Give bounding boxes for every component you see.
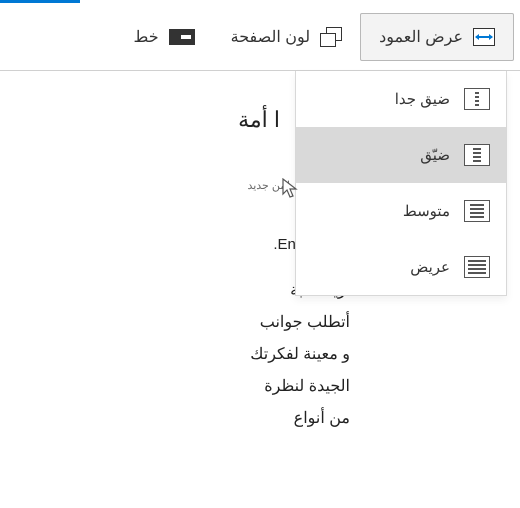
width-option-very-narrow[interactable]: ضيق جدا xyxy=(296,71,506,127)
body-line: من أنواع xyxy=(230,403,350,435)
body-line: الجيدة لنظرة xyxy=(230,371,350,403)
author-name: .Enrico xyxy=(0,236,320,253)
option-label: متوسط xyxy=(403,202,450,220)
medium-icon xyxy=(464,200,490,222)
page-color-icon xyxy=(320,27,342,47)
body-line: و معينة لفكرتك xyxy=(230,339,350,371)
very-narrow-icon xyxy=(464,88,490,110)
font-button[interactable]: خط xyxy=(116,13,213,61)
font-label: خط xyxy=(134,27,159,47)
page-color-button[interactable]: لون الصفحة xyxy=(213,13,361,61)
column-width-icon xyxy=(473,28,495,46)
narrow-icon xyxy=(464,144,490,166)
width-option-medium[interactable]: متوسط xyxy=(296,183,506,239)
subnote: لمن جديد xyxy=(0,179,290,192)
page-color-label: لون الصفحة xyxy=(231,27,311,47)
font-icon xyxy=(169,29,195,45)
width-option-narrow[interactable]: ضيّق xyxy=(296,127,506,183)
option-label: ضيّق xyxy=(420,146,450,164)
reader-toolbar: عرض العمود لون الصفحة خط xyxy=(0,3,520,71)
column-width-dropdown: ضيق جدا ضيّق متوسط عريض xyxy=(295,71,507,296)
width-option-wide[interactable]: عريض xyxy=(296,239,506,295)
body-line: أتطلب جوانب xyxy=(230,307,350,339)
wide-icon xyxy=(464,256,490,278)
body-text: أريد كتابة أتطلب جوانب و معينة لفكرتك ال… xyxy=(230,275,350,435)
heading-fragment: ا أمة xyxy=(0,107,280,133)
option-label: عريض xyxy=(410,258,450,276)
column-width-label: عرض العمود xyxy=(379,27,463,47)
column-width-button[interactable]: عرض العمود xyxy=(360,13,514,61)
option-label: ضيق جدا xyxy=(395,90,450,108)
